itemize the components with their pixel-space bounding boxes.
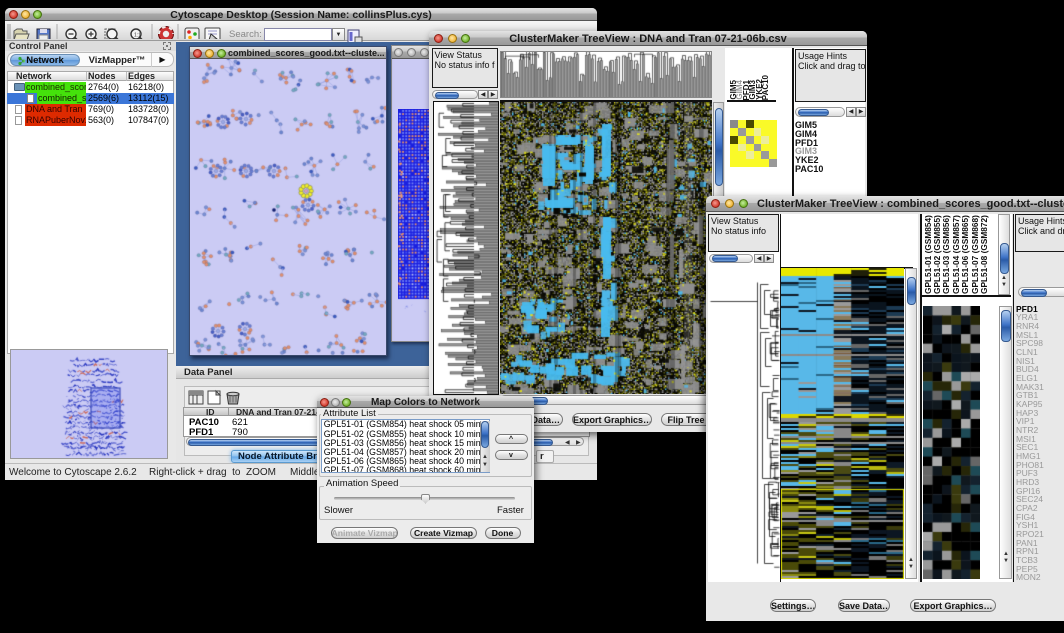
svg-text:1:1: 1:1 [134, 33, 141, 39]
